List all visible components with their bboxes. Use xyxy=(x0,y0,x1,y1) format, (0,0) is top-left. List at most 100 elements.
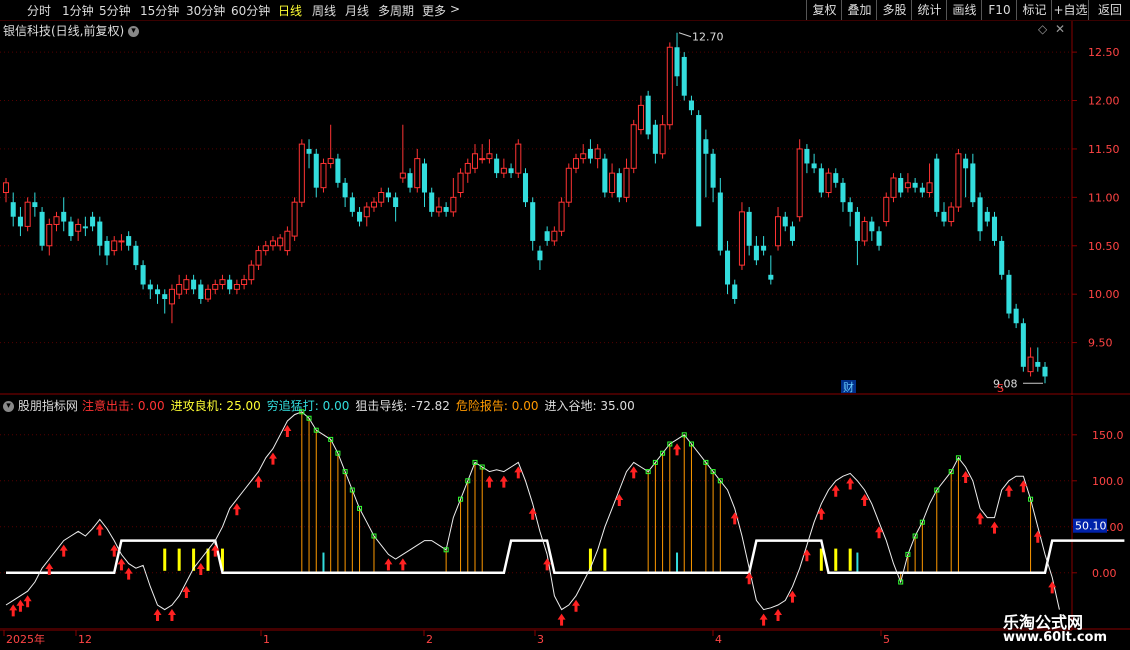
up-arrow-icon xyxy=(124,567,133,580)
date-label: 4 xyxy=(715,633,722,646)
up-arrow-icon xyxy=(232,503,241,516)
candle-body-down xyxy=(90,216,96,227)
candle-body-down xyxy=(963,158,969,169)
candle-body-up xyxy=(248,264,255,281)
up-arrow-icon xyxy=(1033,530,1042,543)
period-tab-1[interactable]: 1分钟 xyxy=(62,2,94,19)
up-arrow-icon xyxy=(673,443,682,456)
candle-body-up xyxy=(298,143,305,203)
indicator-axis-label: 0.00 xyxy=(1092,567,1117,580)
candle-body-down xyxy=(61,211,67,222)
candle-body-up xyxy=(861,221,868,242)
period-tab-10[interactable]: 更多 xyxy=(422,2,446,19)
up-arrow-icon xyxy=(95,523,104,536)
toolbar-button-3[interactable]: 统计 xyxy=(911,0,947,20)
candle-body-up xyxy=(479,158,486,161)
period-tab-8[interactable]: 月线 xyxy=(345,2,369,19)
up-arrow-icon xyxy=(398,558,407,571)
toolbar-button-7[interactable]: +自选 xyxy=(1051,0,1089,20)
up-arrow-icon xyxy=(485,475,494,488)
candle-body-up xyxy=(551,230,558,242)
date-label: 2 xyxy=(426,633,433,646)
candle-body-up xyxy=(291,201,298,237)
period-tab-3[interactable]: 15分钟 xyxy=(140,2,179,19)
candle-body-up xyxy=(486,153,493,160)
candle-body-down xyxy=(544,231,550,241)
period-tab-9[interactable]: 多周期 xyxy=(378,2,414,19)
up-arrow-icon xyxy=(59,544,68,557)
period-tab-2[interactable]: 5分钟 xyxy=(99,2,131,19)
candle-body-down xyxy=(984,211,990,222)
price-chart[interactable]: 12.5012.0011.5011.0010.5010.009.5012.709… xyxy=(0,21,1130,395)
date-label: 1 xyxy=(263,633,270,646)
toolbar-button-1[interactable]: 叠加 xyxy=(841,0,877,20)
period-tab-5[interactable]: 60分钟 xyxy=(231,2,270,19)
sell-marker: S xyxy=(997,382,1004,395)
up-arrow-icon xyxy=(528,507,537,520)
candle-body-down xyxy=(429,192,435,212)
candle-body-down xyxy=(696,115,702,227)
period-tab-6[interactable]: 日线 xyxy=(278,2,302,19)
candle-body-up xyxy=(219,279,226,285)
up-arrow-icon xyxy=(976,512,985,525)
candle-body-down xyxy=(840,182,846,203)
up-arrow-icon xyxy=(117,558,126,571)
period-tab-4[interactable]: 30分钟 xyxy=(186,2,225,19)
candle-body-down xyxy=(674,47,680,77)
cai-badge[interactable]: 财 xyxy=(843,380,854,394)
candle-body-down xyxy=(725,250,731,285)
candle-body-down xyxy=(919,187,925,193)
candle-body-up xyxy=(24,201,31,227)
candle-body-up xyxy=(630,124,637,169)
up-arrow-icon xyxy=(759,613,768,626)
price-axis-label: 9.50 xyxy=(1088,337,1113,350)
candle-body-up xyxy=(370,201,378,208)
candle-body-up xyxy=(176,283,183,295)
candle-body-down xyxy=(32,202,38,208)
up-arrow-icon xyxy=(831,484,840,497)
candle-body-down xyxy=(602,158,608,193)
candle-body-down xyxy=(833,173,839,183)
candle-body-up xyxy=(558,201,565,232)
toolbar-button-4[interactable]: 画线 xyxy=(946,0,982,20)
candle-body-up xyxy=(450,196,457,213)
candle-body-down xyxy=(1006,274,1012,314)
candle-body-down xyxy=(140,265,146,285)
candle-body-up xyxy=(327,158,334,164)
candle-body-up xyxy=(926,182,933,194)
candle-body-down xyxy=(977,197,983,232)
candle-body-up xyxy=(2,182,10,194)
candle-body-up xyxy=(1027,356,1034,373)
up-arrow-icon xyxy=(846,477,855,490)
candle-body-up xyxy=(883,196,890,223)
candle-body-down xyxy=(717,192,723,251)
candle-body-up xyxy=(233,283,240,290)
candle-body-down xyxy=(393,197,399,208)
period-tab-7[interactable]: 周线 xyxy=(312,2,336,19)
candle-body-down xyxy=(761,245,767,251)
up-arrow-icon xyxy=(167,609,176,621)
candle-body-up xyxy=(435,206,442,213)
candle-body-down xyxy=(782,216,788,227)
candle-body-down xyxy=(342,182,348,198)
candle-body-down xyxy=(421,163,428,193)
toolbar-button-0[interactable]: 复权 xyxy=(806,0,842,20)
toolbar-button-6[interactable]: 标记 xyxy=(1016,0,1052,20)
chevron-right-icon[interactable]: > xyxy=(450,2,460,16)
up-arrow-icon xyxy=(572,599,581,612)
candle-body-up xyxy=(825,172,832,194)
price-axis-label: 11.00 xyxy=(1088,191,1120,204)
indicator-chart[interactable]: 150.0100.050.000.0050.10 xyxy=(0,396,1130,630)
candle-body-up xyxy=(464,162,471,174)
candle-body-up xyxy=(500,167,507,174)
candle-body-down xyxy=(688,100,694,111)
indicator-axis-label: 150.0 xyxy=(1092,429,1124,442)
candle-body-down xyxy=(710,153,716,188)
toolbar-button-5[interactable]: F10 xyxy=(981,0,1017,20)
candle-body-up xyxy=(378,192,385,203)
up-arrow-icon xyxy=(9,604,18,617)
candle-body-up xyxy=(241,279,248,285)
toolbar-button-8[interactable]: 返回 xyxy=(1088,0,1130,20)
period-tab-0[interactable]: 分时 xyxy=(27,2,51,19)
toolbar-button-2[interactable]: 多股 xyxy=(876,0,912,20)
